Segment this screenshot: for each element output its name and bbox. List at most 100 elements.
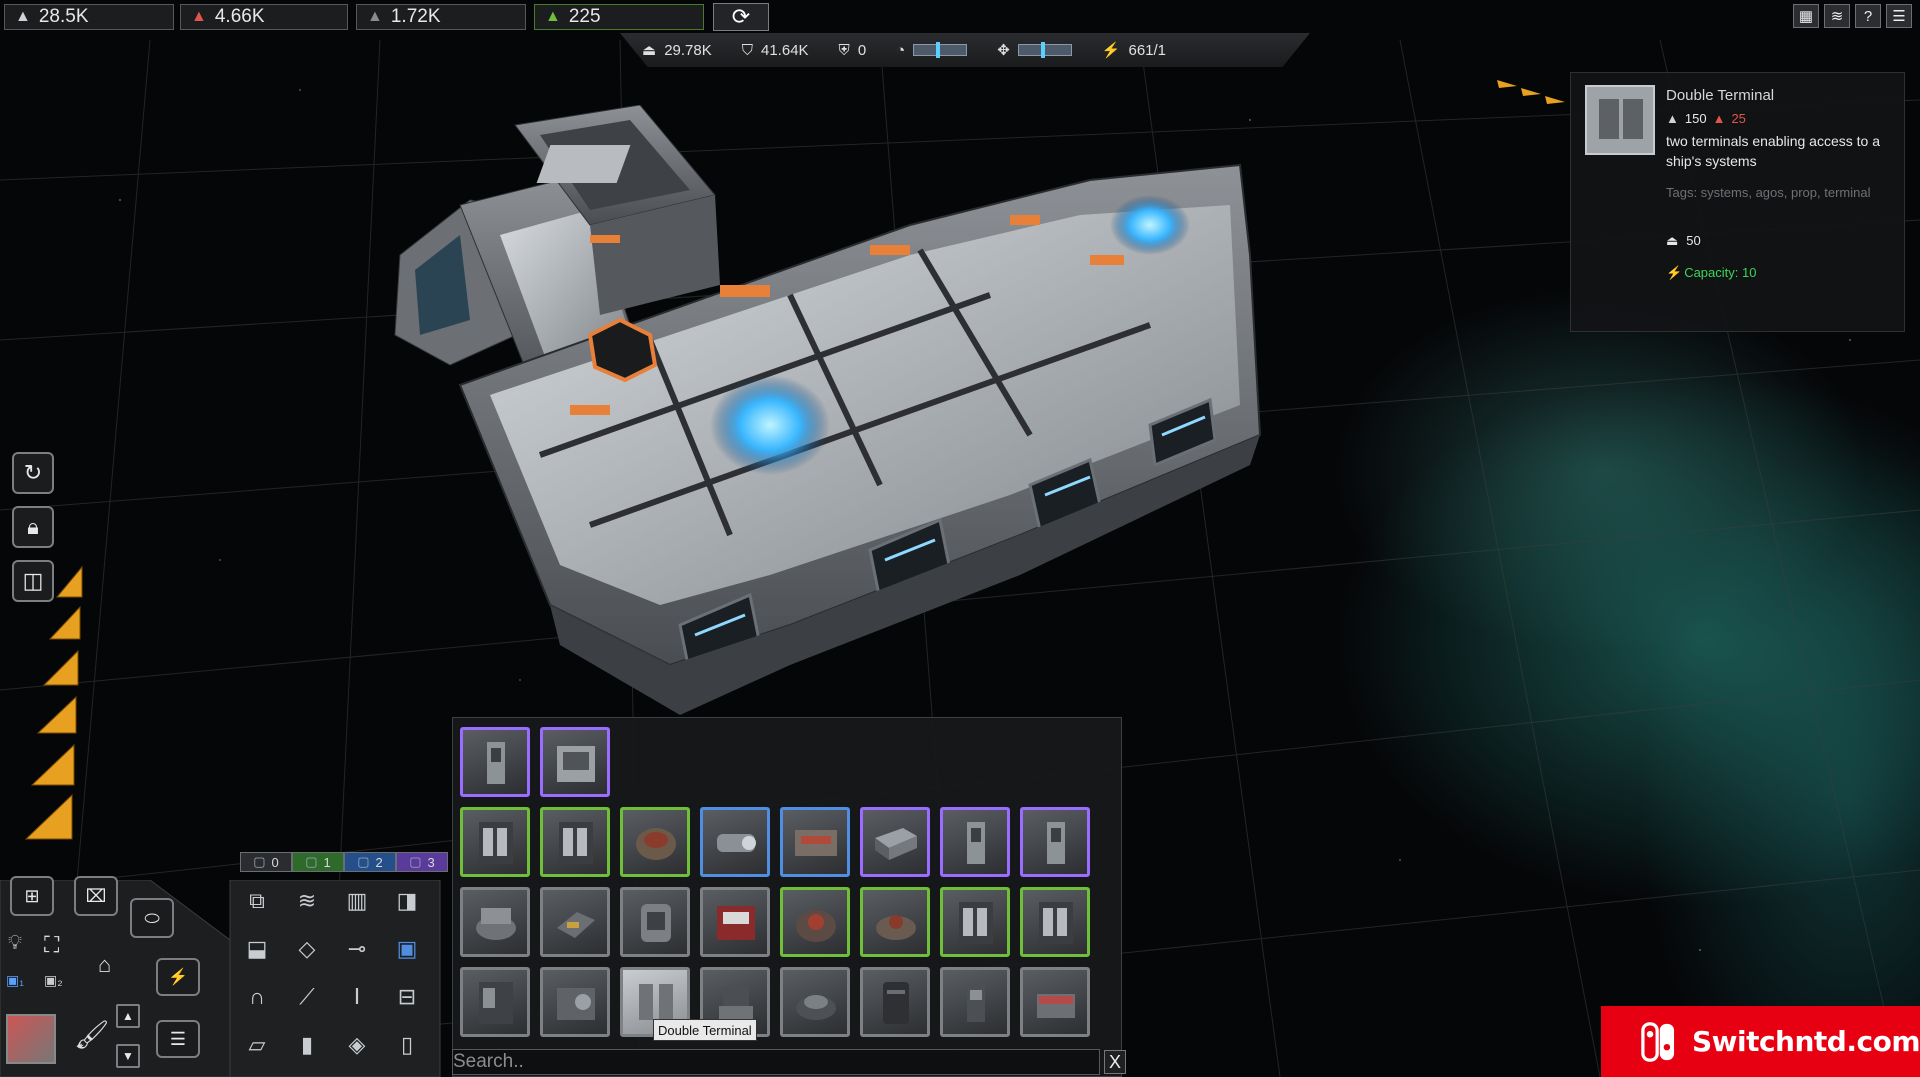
help-button[interactable]: ? xyxy=(1855,4,1881,28)
layers-button[interactable]: ≋ xyxy=(1824,4,1850,28)
thruster-item-icon xyxy=(717,834,756,852)
layer-icon: ▢ xyxy=(305,854,318,869)
builder-tab-3[interactable]: ▢ 3 xyxy=(396,852,448,872)
refresh-icon: ⟳ xyxy=(731,4,751,29)
lightbulb-icon[interactable]: 💡︎ xyxy=(8,932,22,955)
fit-view-icon[interactable]: ⛶ xyxy=(44,932,59,958)
item-slot[interactable] xyxy=(460,807,530,877)
item-slot[interactable] xyxy=(540,727,610,797)
platform-item-icon xyxy=(476,908,516,940)
builder-tab-2[interactable]: ▢ 2 xyxy=(344,852,396,872)
builder-dock xyxy=(0,880,441,1077)
category-pipe-icon[interactable]: ⊸ xyxy=(336,930,378,968)
map-button[interactable]: ▦ xyxy=(1793,4,1819,28)
camera-button[interactable]: ⌧ xyxy=(74,876,118,916)
builder-tab-1[interactable]: ▢ 1 xyxy=(292,852,344,872)
maneuver-stat[interactable]: ✥ xyxy=(997,41,1072,59)
builder-tab-0[interactable]: ▢ 0 xyxy=(240,852,292,872)
item-slot[interactable] xyxy=(940,887,1010,957)
paint-brush-icon[interactable]: 🖌︎ xyxy=(74,1018,110,1051)
category-beam-icon[interactable]: ⟋ xyxy=(286,978,328,1016)
paint-swatch[interactable] xyxy=(6,1014,56,1064)
ship-stats-bar: ⏏ 29.78K ⛉ 41.64K ⛨ 0 ◔ ✥ ⚡ 661/1 xyxy=(620,33,1310,67)
grid-toggle-button[interactable]: ⊞ xyxy=(10,876,54,916)
lightning-icon: ⚡ xyxy=(1101,42,1121,59)
item-description: two terminals enabling access to a ship'… xyxy=(1666,133,1880,169)
category-bed-icon[interactable]: ⊟ xyxy=(386,978,428,1016)
item-slot[interactable] xyxy=(460,727,530,797)
item-slot[interactable] xyxy=(460,967,530,1037)
category-floor-icon[interactable]: ⬓ xyxy=(236,930,278,968)
category-pillar-icon[interactable]: Ⅰ xyxy=(336,978,378,1016)
terminal-item-icon xyxy=(967,822,985,864)
tag-icon[interactable]: ⌂ xyxy=(98,952,111,978)
layer-icon: ▢ xyxy=(253,854,266,869)
shield-value: 0 xyxy=(857,41,867,59)
locker-item-icon xyxy=(959,902,993,944)
lock-button[interactable]: 🔒︎ xyxy=(12,506,54,548)
category-corridor-icon[interactable]: ⧉ xyxy=(236,882,278,920)
power-button[interactable]: ⚡ xyxy=(156,958,200,996)
resource-value: 1.72K xyxy=(390,6,441,27)
item-slot[interactable] xyxy=(700,807,770,877)
camera-1-icon[interactable]: ▣₁ xyxy=(6,972,24,989)
speed-slider[interactable] xyxy=(913,42,968,58)
menu-button[interactable]: ☰ xyxy=(1886,4,1912,28)
speedometer-icon: ◔ xyxy=(896,41,906,59)
terminal-item-icon xyxy=(1047,822,1065,864)
ship-view-button[interactable]: ⬭ xyxy=(130,898,174,938)
item-slot[interactable] xyxy=(940,807,1010,877)
scroll-up-button[interactable]: ▲ xyxy=(116,1004,140,1028)
item-slot[interactable] xyxy=(1020,807,1090,877)
item-slot[interactable] xyxy=(620,887,690,957)
category-plate-icon[interactable]: ▱ xyxy=(236,1026,278,1064)
category-stairs-icon[interactable]: ≋ xyxy=(286,882,328,920)
item-slot[interactable] xyxy=(780,887,850,957)
item-slot[interactable] xyxy=(940,967,1010,1037)
item-slot[interactable] xyxy=(860,807,930,877)
weight-icon: ⏏ xyxy=(642,42,657,59)
locker-item-icon xyxy=(479,822,513,864)
maneuver-slider[interactable] xyxy=(1017,42,1072,58)
item-slot[interactable] xyxy=(540,967,610,1037)
category-door-icon[interactable]: ▯ xyxy=(386,1026,428,1064)
category-room-icon[interactable]: ▥ xyxy=(336,882,378,920)
search-close-button[interactable]: X xyxy=(1104,1050,1126,1074)
speed-stat[interactable]: ◔ xyxy=(896,41,968,59)
item-slot[interactable] xyxy=(620,807,690,877)
category-panel-icon[interactable]: ◇ xyxy=(286,930,328,968)
tab-label: 3 xyxy=(427,854,435,870)
warning-indicator-stack xyxy=(24,565,83,840)
item-slot[interactable] xyxy=(860,967,930,1037)
item-slot[interactable] xyxy=(1020,967,1090,1037)
camera-2-icon[interactable]: ▣₂ xyxy=(44,972,63,989)
item-slot[interactable] xyxy=(860,887,930,957)
weight-icon: ⏏ xyxy=(1666,233,1679,248)
reactor-item-icon xyxy=(636,828,676,860)
item-slot[interactable] xyxy=(780,807,850,877)
resource-counter-1: ▲ 28.5K xyxy=(4,4,174,30)
list-view-button[interactable]: ☰ xyxy=(156,1020,200,1058)
category-tile-icon[interactable]: ◈ xyxy=(336,1026,378,1064)
search-input[interactable] xyxy=(452,1049,1100,1075)
bed-item-icon xyxy=(1037,994,1075,1018)
category-arch-icon[interactable]: ∩ xyxy=(236,978,278,1016)
rotate-view-button[interactable]: ↻ xyxy=(12,452,54,494)
item-slot[interactable] xyxy=(460,887,530,957)
engine-item-icon xyxy=(795,830,837,856)
refresh-button[interactable]: ⟳ xyxy=(713,3,769,31)
scroll-down-button[interactable]: ▼ xyxy=(116,1044,140,1068)
pod-item-icon xyxy=(796,995,836,1020)
resource-value: 28.5K xyxy=(38,6,89,27)
list-icon: ☰ xyxy=(169,1028,187,1049)
item-slot[interactable] xyxy=(1020,887,1090,957)
category-wall-icon[interactable]: ◨ xyxy=(386,882,428,920)
category-block-icon[interactable]: ▮ xyxy=(286,1026,328,1064)
item-slot[interactable] xyxy=(780,967,850,1037)
item-slot[interactable] xyxy=(700,887,770,957)
capacity-value: Capacity: 10 xyxy=(1684,265,1757,280)
item-slot[interactable] xyxy=(540,887,610,957)
item-slot[interactable] xyxy=(540,807,610,877)
lock-icon: 🔒︎ xyxy=(27,514,39,539)
category-terminal-icon[interactable]: ▣ xyxy=(386,930,428,968)
